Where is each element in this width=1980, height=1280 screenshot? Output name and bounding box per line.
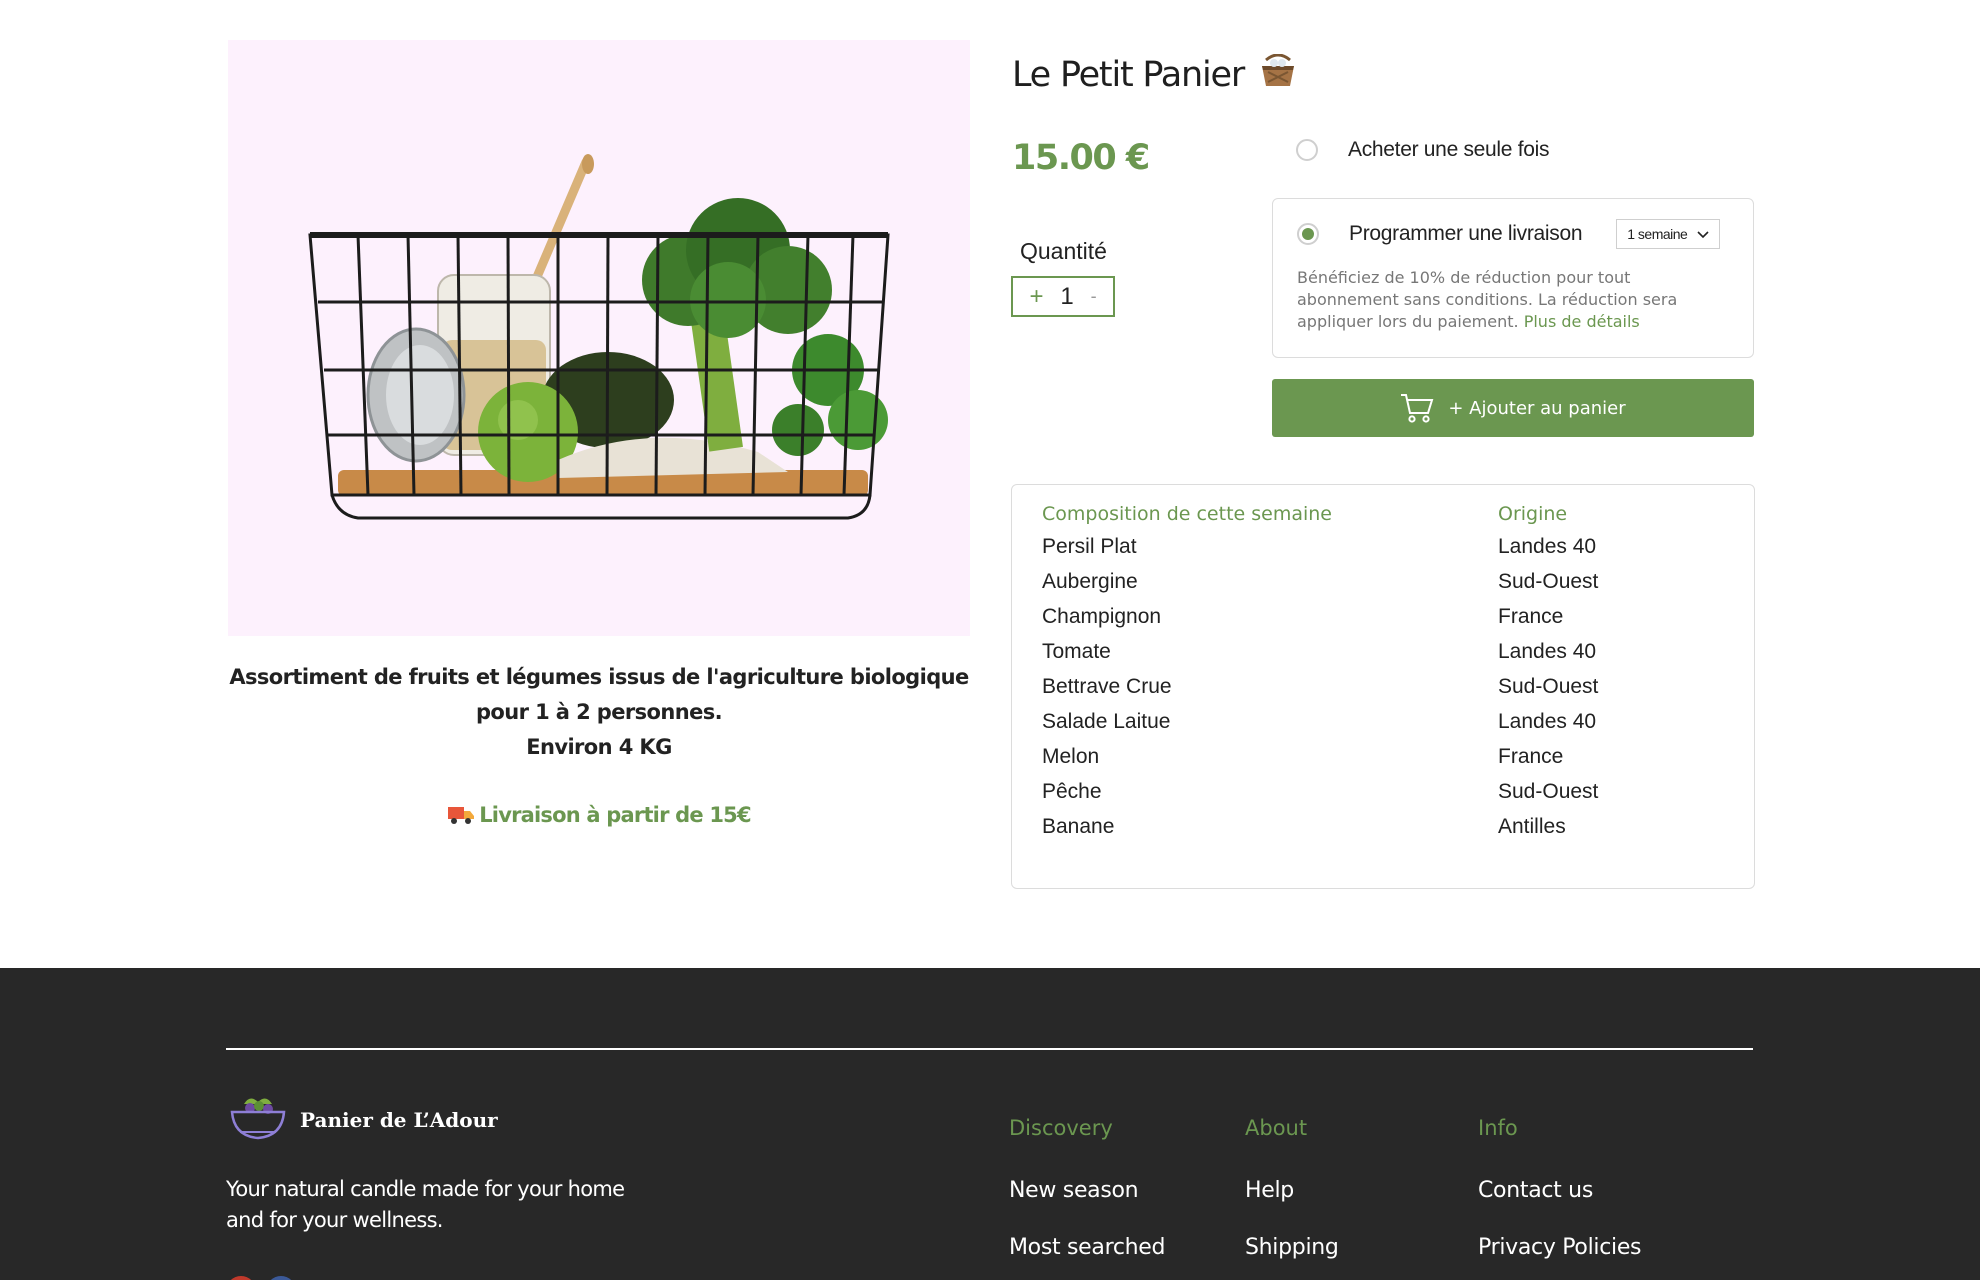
- composition-row: Champignon France: [1042, 599, 1724, 634]
- buy-once-label[interactable]: Acheter une seule fois: [1348, 138, 1550, 162]
- composition-row: Aubergine Sud-Ouest: [1042, 564, 1724, 599]
- quantity-stepper[interactable]: + 1 -: [1011, 276, 1115, 317]
- composition-table: Composition de cette semaine Origine Per…: [1011, 484, 1755, 889]
- add-to-cart-label: + Ajouter au panier: [1448, 397, 1626, 419]
- composition-header-origin: Origine: [1498, 503, 1568, 525]
- composition-item-name: Pêche: [1042, 779, 1102, 803]
- buy-once-radio[interactable]: [1296, 139, 1318, 161]
- composition-item-name: Tomate: [1042, 639, 1111, 663]
- footer-column-info: Info Contact us Privacy Policies: [1478, 1116, 1642, 1260]
- composition-item-origin: Sud-Ouest: [1498, 569, 1599, 593]
- product-title-text: Le Petit Panier: [1012, 55, 1245, 95]
- composition-row: Persil Plat Landes 40: [1042, 529, 1724, 564]
- footer-link-shipping[interactable]: Shipping: [1245, 1235, 1339, 1260]
- composition-item-name: Melon: [1042, 744, 1100, 768]
- footer-column-title: Info: [1478, 1116, 1518, 1140]
- composition-item-name: Bettrave Crue: [1042, 674, 1172, 698]
- product-image: [228, 40, 970, 636]
- composition-row: Pêche Sud-Ouest: [1042, 774, 1724, 809]
- social-icon[interactable]: [266, 1276, 296, 1280]
- footer-column-title: About: [1245, 1116, 1308, 1140]
- composition-row: Salade Laitue Landes 40: [1042, 704, 1724, 739]
- social-icon[interactable]: [226, 1276, 256, 1280]
- quantity-increase-button[interactable]: +: [1029, 283, 1043, 311]
- composition-item-name: Champignon: [1042, 604, 1162, 628]
- composition-item-name: Banane: [1042, 814, 1115, 838]
- product-title: Le Petit Panier: [1012, 53, 1296, 97]
- product-price: 15.00 €: [1012, 138, 1150, 178]
- basket-illustration: [308, 154, 890, 520]
- more-details-link[interactable]: Plus de détails: [1524, 312, 1640, 331]
- frequency-value: 1 semaine: [1627, 226, 1688, 242]
- composition-item-name: Aubergine: [1042, 569, 1138, 593]
- footer-link-help[interactable]: Help: [1245, 1178, 1339, 1203]
- quantity-value[interactable]: 1: [1060, 283, 1073, 311]
- composition-item-origin: Sud-Ouest: [1498, 674, 1599, 698]
- composition-header: Composition de cette semaine Origine: [1042, 499, 1724, 529]
- social-links: [226, 1276, 296, 1280]
- footer-brand[interactable]: Panier de L’Adour: [228, 1092, 498, 1147]
- footer-column-discovery: Discovery New season Most searched: [1009, 1116, 1166, 1260]
- option-buy-once[interactable]: Acheter une seule fois: [1296, 138, 1550, 162]
- footer-link-privacy-policies[interactable]: Privacy Policies: [1478, 1235, 1642, 1260]
- composition-row: Tomate Landes 40: [1042, 634, 1724, 669]
- schedule-delivery-label[interactable]: Programmer une livraison: [1349, 222, 1583, 246]
- delivery-note: Livraison à partir de 15€: [228, 803, 970, 831]
- add-to-cart-button[interactable]: + Ajouter au panier: [1272, 379, 1754, 437]
- composition-item-origin: Landes 40: [1498, 534, 1597, 558]
- composition-item-origin: Sud-Ouest: [1498, 779, 1599, 803]
- subscription-description: Bénéficiez de 10% de réduction pour tout…: [1297, 267, 1717, 333]
- composition-header-product: Composition de cette semaine: [1042, 503, 1333, 525]
- product-description-text: Assortiment de fruits et légumes issus d…: [229, 665, 969, 724]
- composition-item-origin: Antilles: [1498, 814, 1566, 838]
- footer-tagline: Your natural candle made for your home a…: [226, 1177, 625, 1232]
- composition-row: Melon France: [1042, 739, 1724, 774]
- composition-rows: Persil Plat Landes 40 Aubergine Sud-Ouest Ch…: [1042, 529, 1724, 844]
- footer-link-new-season[interactable]: New season: [1009, 1178, 1165, 1203]
- composition-item-origin: Landes 40: [1498, 639, 1597, 663]
- footer-divider: [226, 1048, 1753, 1050]
- footer-link-contact-us[interactable]: Contact us: [1478, 1178, 1641, 1203]
- composition-row: Bettrave Crue Sud-Ouest: [1042, 669, 1724, 704]
- product-description: Assortiment de fruits et légumes issus d…: [228, 660, 970, 765]
- composition-item-name: Persil Plat: [1042, 534, 1137, 558]
- composition-item-origin: Landes 40: [1498, 709, 1597, 733]
- truck-icon: [447, 804, 475, 831]
- subscription-option-box: Programmer une livraison 1 semaine Bénéf…: [1272, 198, 1754, 358]
- quantity-decrease-button[interactable]: -: [1091, 286, 1097, 307]
- schedule-delivery-radio[interactable]: [1297, 223, 1319, 245]
- footer: Panier de L’Adour Your natural candle ma…: [0, 968, 1980, 1280]
- composition-item-origin: France: [1498, 604, 1564, 628]
- footer-column-about: About Help Shipping: [1245, 1116, 1339, 1260]
- bowl-logo-icon: [228, 1092, 288, 1147]
- quantity-label: Quantité: [1020, 238, 1107, 264]
- delivery-note-text: Livraison à partir de 15€: [479, 803, 751, 827]
- composition-item-origin: France: [1498, 744, 1564, 768]
- basket-icon: [1260, 53, 1296, 97]
- composition-item-name: Salade Laitue: [1042, 709, 1171, 733]
- footer-column-title: Discovery: [1009, 1116, 1113, 1140]
- footer-brand-name: Panier de L’Adour: [300, 1107, 498, 1132]
- cart-icon: [1400, 392, 1434, 424]
- composition-row: Banane Antilles: [1042, 809, 1724, 844]
- product-weight: Environ 4 KG: [526, 735, 672, 759]
- frequency-select[interactable]: 1 semaine: [1616, 219, 1721, 249]
- chevron-down-icon: [1697, 226, 1709, 242]
- footer-link-most-searched[interactable]: Most searched: [1009, 1235, 1166, 1260]
